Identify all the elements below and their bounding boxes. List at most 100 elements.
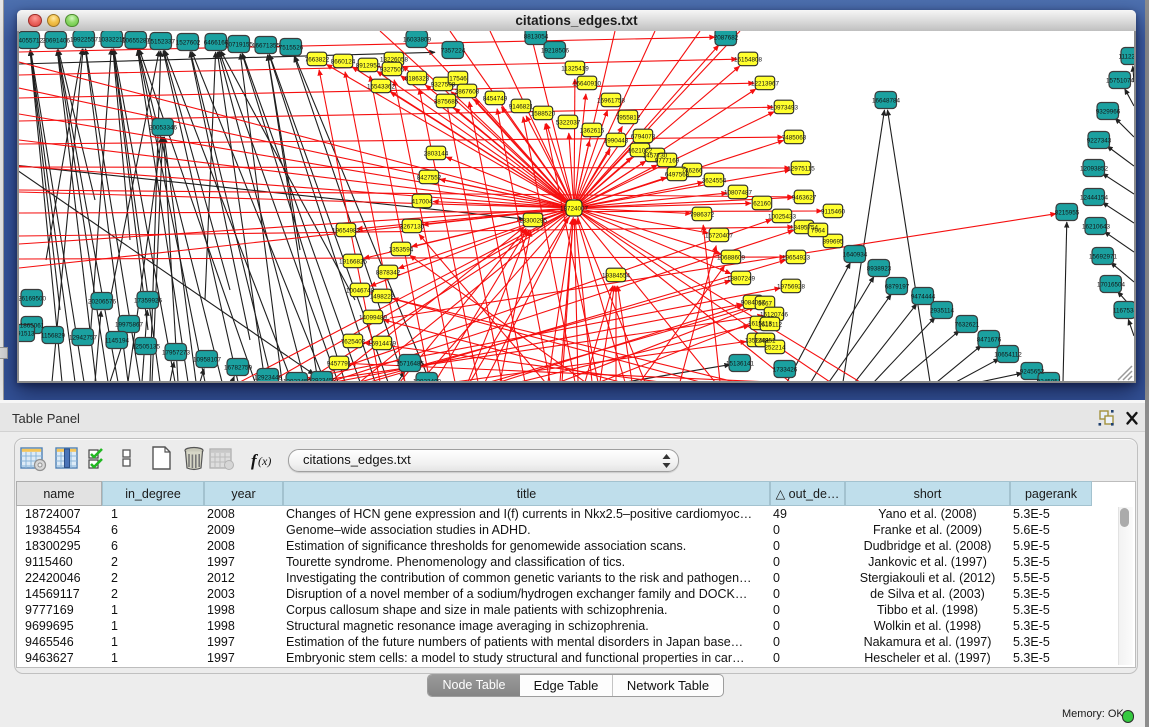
svg-text:10654112: 10654112: [994, 351, 1022, 358]
svg-text:5322037: 5322037: [556, 119, 581, 126]
svg-text:9115460: 9115460: [821, 208, 846, 215]
svg-text:7986372: 7986372: [690, 211, 715, 218]
svg-text:2935114: 2935114: [930, 307, 955, 314]
svg-text:1145194: 1145194: [105, 337, 130, 344]
svg-text:10958107: 10958107: [193, 356, 222, 363]
svg-text:9457791: 9457791: [327, 360, 352, 367]
svg-text:17016504: 17016504: [1097, 281, 1126, 288]
svg-text:7663822: 7663822: [305, 56, 330, 63]
svg-text:1498222: 1498222: [370, 293, 395, 300]
svg-text:15720407: 15720407: [705, 232, 734, 239]
svg-text:19654983: 19654983: [332, 227, 361, 234]
svg-text:10719155: 10719155: [225, 41, 254, 48]
svg-text:12923448: 12923448: [254, 374, 283, 381]
svg-text:8878342: 8878342: [376, 269, 401, 276]
svg-text:16210643: 16210643: [1082, 223, 1111, 230]
svg-text:6879197: 6879197: [885, 283, 910, 290]
svg-text:19975867: 19975867: [115, 321, 144, 328]
svg-text:1362615: 1362615: [580, 127, 605, 134]
svg-text:417004: 417004: [411, 198, 433, 205]
svg-text:15716485: 15716485: [396, 360, 425, 367]
svg-text:15692971: 15692971: [1089, 253, 1118, 260]
svg-text:19756928: 19756928: [777, 283, 806, 290]
svg-text:12923452: 12923452: [308, 377, 337, 381]
svg-text:20691406: 20691406: [42, 37, 71, 44]
svg-text:11122334: 11122334: [1118, 53, 1134, 60]
svg-text:18724007: 18724007: [560, 205, 589, 212]
svg-text:16961758: 16961758: [597, 97, 626, 104]
svg-text:14055712: 14055712: [19, 37, 43, 44]
svg-text:9245652: 9245652: [1020, 368, 1045, 375]
svg-text:20206576: 20206576: [88, 298, 117, 305]
svg-text:19922557: 19922557: [70, 36, 99, 43]
svg-text:10025433: 10025433: [768, 213, 797, 220]
svg-text:9146821: 9146821: [509, 103, 534, 110]
svg-text:9327505: 9327505: [380, 66, 405, 73]
svg-text:3624554: 3624554: [702, 177, 727, 184]
svg-text:6794078: 6794078: [631, 133, 656, 140]
svg-text:8912954: 8912954: [356, 62, 381, 69]
svg-text:1865061: 1865061: [20, 322, 45, 329]
svg-text:18807249: 18807249: [727, 275, 756, 282]
svg-text:1588520: 1588520: [531, 110, 556, 117]
svg-text:10688609: 10688609: [717, 254, 746, 261]
svg-text:19384554: 19384554: [602, 272, 631, 279]
svg-text:9227343: 9227343: [1087, 137, 1112, 144]
svg-text:17546: 17546: [449, 75, 467, 82]
svg-text:3667: 3667: [758, 300, 773, 307]
svg-text:8215955: 8215955: [1055, 209, 1080, 216]
svg-text:1615112: 1615112: [758, 321, 783, 328]
svg-text:10807487: 10807487: [724, 189, 753, 196]
svg-text:16914479: 16914479: [368, 340, 397, 347]
svg-text:12975115: 12975115: [787, 165, 815, 172]
svg-text:8471676: 8471676: [977, 336, 1002, 343]
svg-text:7485063: 7485063: [782, 134, 807, 141]
svg-text:9245051: 9245051: [1037, 378, 1062, 381]
svg-text:16543362: 16543362: [367, 83, 396, 90]
svg-text:391513: 391513: [19, 330, 35, 337]
svg-text:1167534: 1167534: [1113, 307, 1134, 314]
svg-text:1733426: 1733426: [773, 366, 798, 373]
svg-text:15751074: 15751074: [1106, 77, 1134, 84]
svg-text:16640910: 16640910: [573, 80, 602, 87]
svg-text:12093852: 12093852: [1080, 165, 1109, 172]
svg-text:3267130: 3267130: [400, 223, 425, 230]
svg-text:14099489: 14099489: [359, 314, 388, 321]
svg-text:1640934: 1640934: [843, 251, 868, 258]
svg-text:8427552: 8427552: [417, 174, 442, 181]
svg-text:19654923: 19654923: [782, 254, 811, 261]
svg-text:8813054: 8813054: [524, 33, 549, 40]
svg-text:2867608: 2867608: [455, 88, 480, 95]
svg-text:20053346: 20053346: [149, 124, 178, 131]
svg-text:8938923: 8938923: [867, 265, 892, 272]
svg-text:13226058: 13226058: [380, 56, 409, 63]
svg-text:2087682: 2087682: [714, 34, 739, 41]
svg-text:17359926: 17359926: [134, 297, 163, 304]
svg-text:8454749: 8454749: [483, 95, 508, 102]
svg-text:1156829: 1156829: [41, 332, 66, 339]
svg-text:1990443: 1990443: [604, 137, 629, 144]
svg-text:18300295: 18300295: [519, 217, 548, 224]
svg-text:19166825: 19166825: [339, 258, 368, 265]
svg-text:6497568: 6497568: [665, 171, 690, 178]
svg-text:10973493: 10973493: [770, 104, 799, 111]
svg-text:15136141: 15136141: [726, 360, 755, 367]
svg-text:12942757: 12942757: [69, 334, 98, 341]
svg-text:9327508: 9327508: [431, 81, 456, 88]
svg-text:124851: 124851: [754, 337, 776, 344]
svg-text:16154808: 16154808: [734, 56, 763, 63]
svg-text:7955812: 7955812: [616, 114, 641, 121]
svg-text:26169500: 26169500: [19, 295, 46, 302]
svg-text:9329966: 9329966: [1096, 108, 1121, 115]
svg-text:3875685: 3875685: [434, 98, 459, 105]
svg-text:899695: 899695: [822, 238, 844, 245]
svg-text:7357224: 7357224: [441, 47, 466, 54]
svg-text:9777169: 9777169: [655, 157, 680, 164]
svg-text:2803144: 2803144: [424, 150, 449, 157]
svg-text:19218506: 19218506: [541, 47, 570, 54]
svg-text:9474444: 9474444: [911, 293, 936, 300]
svg-text:12505135: 12505135: [132, 343, 161, 350]
svg-text:15152337: 15152337: [147, 38, 176, 45]
svg-text:62160: 62160: [753, 200, 771, 207]
svg-text:16120746: 16120746: [760, 311, 789, 318]
